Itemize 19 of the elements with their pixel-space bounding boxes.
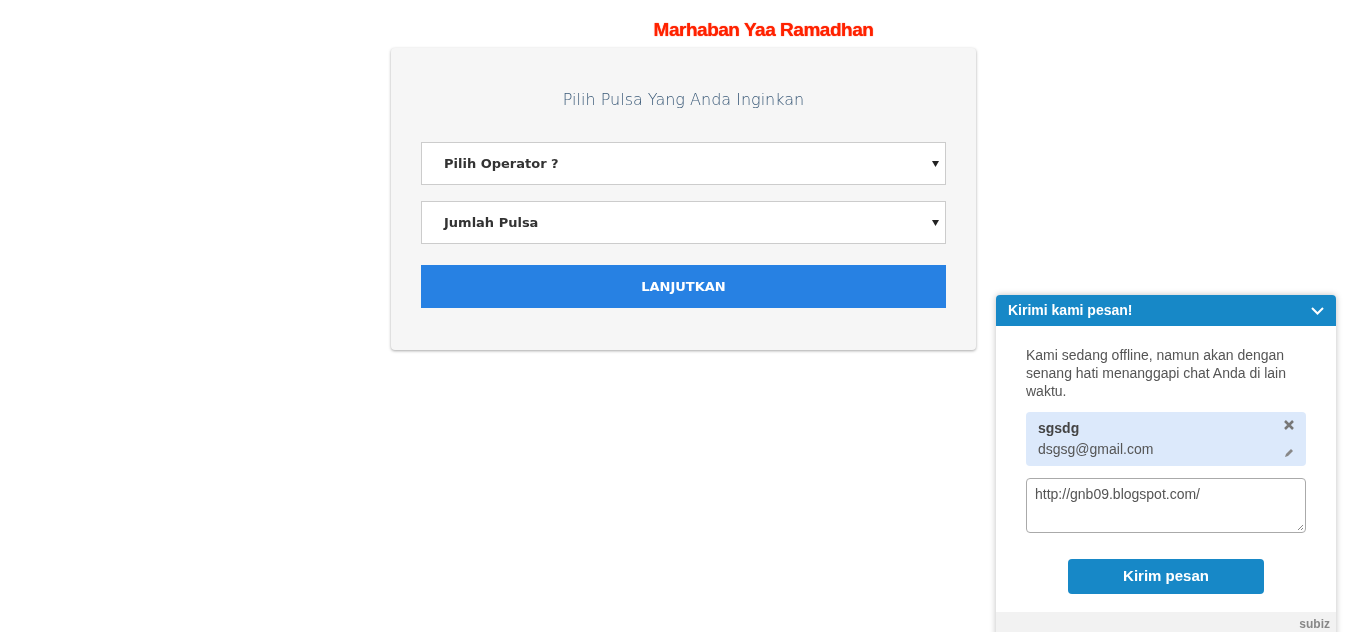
caret-icon xyxy=(932,160,939,167)
contact-name: sgsdg xyxy=(1038,419,1081,439)
chat-title: Kirimi kami pesan! xyxy=(1008,301,1134,321)
pencil-icon[interactable] xyxy=(1284,448,1294,459)
message-field[interactable]: http://gnb09.blogspot.com/ xyxy=(1026,478,1306,534)
resize-grip-icon[interactable] xyxy=(1297,524,1304,532)
select-field[interactable]: Pilih Operator ? xyxy=(421,142,946,185)
chat-header[interactable]: Kirimi kami pesan! xyxy=(996,295,1336,327)
offline-message: Kami sedang offline, namun akan dengan senang hati menanggapi chat Anda di lain waktu. xyxy=(1026,346,1287,401)
close-icon[interactable] xyxy=(1284,420,1294,431)
chevron-down-icon[interactable] xyxy=(1311,306,1324,315)
banner-title: Marhaban Yaa Ramadhan xyxy=(653,18,874,42)
brand-logo: subiz xyxy=(1299,616,1330,632)
caret-icon xyxy=(932,219,939,226)
form-title: Pilih Pulsa Yang Anda Inginkan xyxy=(561,89,806,111)
contact-email: dsgsg@gmail.com xyxy=(1038,440,1155,460)
continue-button[interactable]: LANJUTKAN xyxy=(421,265,946,308)
send-button[interactable]: Kirim pesan xyxy=(1068,559,1264,595)
select-field[interactable]: Jumlah Pulsa xyxy=(421,201,946,244)
